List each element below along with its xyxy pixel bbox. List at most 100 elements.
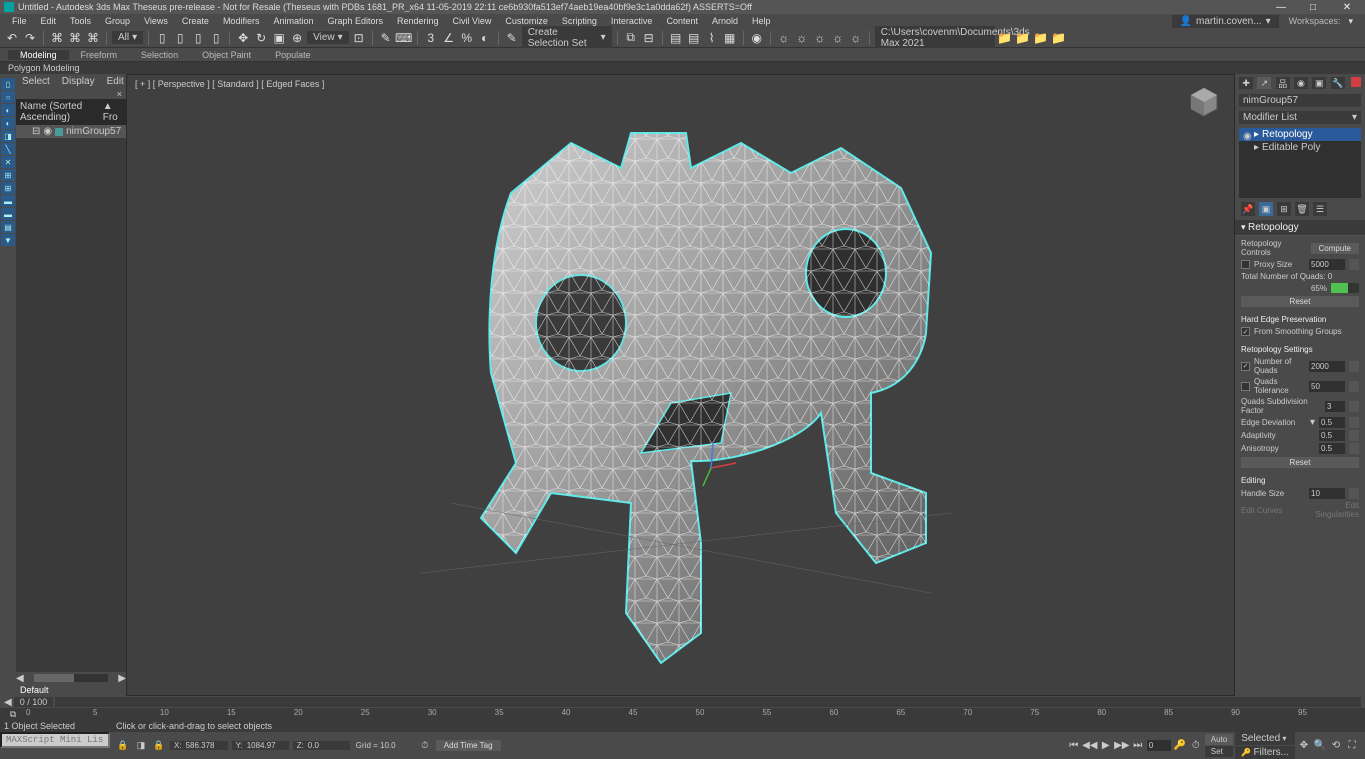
scene-hscroll[interactable]: ◀ ▶	[16, 672, 126, 684]
eye-icon[interactable]: ◉	[1243, 131, 1251, 139]
ribbon-tab-populate[interactable]: Populate	[263, 50, 323, 60]
proxy-size-input[interactable]	[1309, 259, 1345, 270]
user-account[interactable]: 👤 martin.coven... ▾	[1172, 15, 1279, 28]
expand-icon[interactable]: ▸	[1254, 129, 1259, 140]
maximize-button[interactable]: □	[1301, 1, 1325, 13]
time-slider[interactable]	[55, 697, 1361, 707]
scale-button[interactable]: ▣	[271, 30, 287, 46]
se-tool-8[interactable]: ⊞	[1, 169, 15, 181]
ribbon-tab-selection[interactable]: Selection	[129, 50, 190, 60]
motion-tab[interactable]: ◉	[1294, 77, 1308, 89]
progress-slider[interactable]	[1331, 283, 1359, 293]
render-setup-button[interactable]: ☼	[776, 30, 792, 46]
num-quads-input[interactable]	[1309, 361, 1345, 372]
rotate-button[interactable]: ↻	[253, 30, 269, 46]
move-button[interactable]: ✥	[235, 30, 251, 46]
bind-button[interactable]: ⌘	[85, 30, 101, 46]
render-prod-button[interactable]: ☼	[830, 30, 846, 46]
ribbon-tab-modeling[interactable]: Modeling	[8, 50, 69, 60]
selection-filter-dropdown[interactable]: All ▾	[112, 31, 143, 44]
ribbon-tab-freeform[interactable]: Freeform	[69, 50, 130, 60]
unlink-button[interactable]: ⌘	[67, 30, 83, 46]
menu-help[interactable]: Help	[746, 16, 777, 26]
se-tool-11[interactable]: ▬	[1, 208, 15, 220]
render-iter-button[interactable]: ☼	[848, 30, 864, 46]
ribbon-tab-object-paint[interactable]: Object Paint	[190, 50, 263, 60]
menu-animation[interactable]: Animation	[267, 16, 319, 26]
layer-explorer-button[interactable]: ▤	[668, 30, 684, 46]
select-button[interactable]: ▯	[154, 30, 170, 46]
se-tool-1[interactable]: ▯	[1, 78, 15, 90]
auto-key-button[interactable]: Auto	[1205, 734, 1233, 745]
time-ruler[interactable]: ⧉ 05101520253035404550556065707580859095…	[0, 708, 1365, 720]
se-tool-3[interactable]: ◐	[1, 104, 15, 116]
remove-modifier-button[interactable]: 🗑	[1295, 202, 1309, 216]
anisotropy-input[interactable]	[1319, 443, 1345, 454]
tree-item[interactable]: ⊟ ◉ nimGroup57	[16, 125, 126, 138]
se-tool-12[interactable]: ▤	[1, 221, 15, 233]
eye-icon[interactable]	[1243, 144, 1251, 152]
align-button[interactable]: ⊟	[641, 30, 657, 46]
close-button[interactable]: ✕	[1333, 1, 1361, 13]
material-editor-button[interactable]: ◉	[749, 30, 765, 46]
reset-button[interactable]: Reset	[1241, 296, 1359, 307]
mirror-button[interactable]: ⧉	[623, 30, 639, 46]
folder-3-button[interactable]: 📁	[1033, 30, 1049, 46]
se-tool-13[interactable]: ▼	[1, 234, 15, 246]
menu-civil-view[interactable]: Civil View	[447, 16, 498, 26]
se-tool-2[interactable]: ○	[1, 91, 15, 103]
modify-tab[interactable]: ↗	[1257, 77, 1271, 89]
viewport-label[interactable]: [ + ] [ Perspective ] [ Standard ] [ Edg…	[135, 79, 324, 89]
num-quads-checkbox[interactable]: ✓	[1241, 362, 1250, 371]
spinner-snap-button[interactable]: ◐	[477, 30, 493, 46]
eye-icon[interactable]: ◉	[43, 126, 52, 137]
edge-dev-input[interactable]	[1319, 417, 1345, 428]
se-tool-9[interactable]: ⊞	[1, 182, 15, 194]
viewport[interactable]: [ + ] [ Perspective ] [ Standard ] [ Edg…	[126, 74, 1235, 696]
timeline-left-icon[interactable]: ◀	[4, 697, 12, 708]
percent-snap-button[interactable]: %	[459, 30, 475, 46]
render-button[interactable]: ☼	[812, 30, 828, 46]
schematic-view-button[interactable]: ▦	[722, 30, 738, 46]
menu-arnold[interactable]: Arnold	[706, 16, 744, 26]
scene-column-header[interactable]: Name (Sorted Ascending) ▲ Fro	[16, 99, 126, 125]
scene-workspace-label[interactable]: Default	[16, 684, 126, 696]
menu-views[interactable]: Views	[138, 16, 174, 26]
spinner[interactable]	[1349, 381, 1359, 392]
open-folder-button[interactable]: 📁	[997, 30, 1013, 46]
spinner[interactable]	[1349, 401, 1359, 412]
scroll-thumb[interactable]	[34, 674, 74, 682]
smoothing-groups-checkbox[interactable]: ✓	[1241, 327, 1250, 336]
quads-tol-input[interactable]	[1309, 381, 1345, 392]
menu-interactive[interactable]: Interactive	[605, 16, 659, 26]
render-frame-button[interactable]: ☼	[794, 30, 810, 46]
curve-editor-button[interactable]: ⌇	[704, 30, 720, 46]
object-name-field[interactable]: nimGroup57	[1239, 94, 1361, 107]
scroll-left-icon[interactable]: ◀	[16, 673, 24, 684]
workspaces-dropdown[interactable]: ▾	[1342, 16, 1359, 27]
display-tab[interactable]: ▣	[1312, 77, 1326, 89]
show-result-button[interactable]: ▣	[1259, 202, 1273, 216]
pivot-button[interactable]: ⊡	[351, 30, 367, 46]
edit-set-button[interactable]: ✎	[504, 30, 520, 46]
se-tool-7[interactable]: ✕	[1, 156, 15, 168]
undo-button[interactable]: ↶	[4, 30, 20, 46]
utilities-tab[interactable]: 🔧	[1331, 77, 1345, 89]
menu-graph-editors[interactable]: Graph Editors	[321, 16, 389, 26]
scene-tab-select[interactable]: Select	[16, 74, 56, 89]
menu-edit[interactable]: Edit	[35, 16, 63, 26]
scene-tab-display[interactable]: Display	[56, 74, 101, 89]
project-path[interactable]: C:\Users\covenm\Documents\3ds Max 2021	[875, 26, 995, 50]
create-tab[interactable]: ✚	[1239, 77, 1253, 89]
spinner[interactable]	[1349, 361, 1359, 372]
folder-4-button[interactable]: 📁	[1051, 30, 1067, 46]
modifier-item[interactable]: ◉ ▸ Retopology	[1239, 128, 1361, 141]
viewcube[interactable]	[1186, 85, 1222, 121]
quads-tol-checkbox[interactable]	[1241, 382, 1250, 391]
proxy-size-checkbox[interactable]	[1241, 260, 1250, 269]
toggle-ribbon-button[interactable]: ▤	[686, 30, 702, 46]
spinner[interactable]	[1349, 488, 1359, 499]
handle-size-input[interactable]	[1309, 488, 1345, 499]
key-filters-button[interactable]: 🔑 Filters...	[1235, 746, 1295, 759]
select-name-button[interactable]: ▯	[172, 30, 188, 46]
